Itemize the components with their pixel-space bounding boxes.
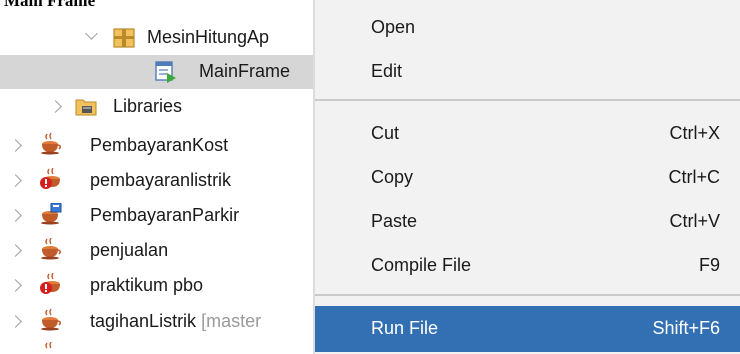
menu-item-run-file[interactable]: Run File Shift+F6 [315,306,740,352]
tree-item-label: pembayaranlistrik [90,170,232,190]
menu-item-paste[interactable]: Paste Ctrl+V [315,200,740,244]
menu-item-cut[interactable]: Cut Ctrl+X [315,112,740,156]
top-partial-label: Main Frame [4,0,96,10]
chevron-right-icon[interactable] [9,139,22,152]
menu-item-label: Edit [371,61,403,81]
git-branch-label: [master [201,311,262,331]
menu-item-shortcut: F9 [698,255,720,275]
menu-item-open[interactable]: Open [315,6,740,50]
tree-item-project[interactable]: PembayaranKost [0,129,313,163]
tree-item-label: praktikum pbo [90,275,204,295]
chevron-down-icon[interactable] [85,27,98,40]
menu-item-label: Paste [371,211,418,231]
tree-item-label: PembayaranParkir [90,205,240,225]
menu-item-edit[interactable]: Edit [315,50,740,94]
chevron-right-icon[interactable] [9,244,22,257]
project-tree: Main Frame MesinHitungAp MainFrame Libra… [0,0,313,354]
chevron-right-icon[interactable] [9,209,22,222]
tree-item-project[interactable]: tagihanListrik [master [0,305,313,339]
menu-item-label: Cut [371,123,400,143]
chevron-right-icon[interactable] [9,315,22,328]
menu-item-compile-file[interactable]: Compile File F9 [315,244,740,288]
tree-item-package[interactable]: MesinHitungAp [0,21,313,55]
menu-item-copy[interactable]: Copy Ctrl+C [315,156,740,200]
menu-item-shortcut: Shift+F6 [652,318,720,338]
tree-item-label: Libraries [113,96,183,116]
menu-item-label: Compile File [371,255,472,275]
context-menu: Open Edit Cut Ctrl+X Copy Ctrl+C Paste C… [315,0,740,354]
menu-separator [315,294,740,296]
java-project-icon [41,309,62,331]
menu-separator [315,99,740,101]
tree-item-mainframe[interactable]: MainFrame [0,55,313,89]
tree-item-label: MainFrame [199,61,291,81]
java-project-error-icon [40,273,60,294]
menu-item-shortcut: Ctrl+V [669,211,720,231]
libraries-folder-icon [75,99,97,116]
tree-item-libraries[interactable]: Libraries [0,90,313,124]
menu-item-shortcut: Ctrl+X [669,123,720,143]
java-project-icon [45,342,52,349]
package-icon [113,28,135,48]
tree-item-label: tagihanListrik [master [90,311,261,332]
tree-item-project[interactable]: pembayaranlistrik [0,164,313,198]
project-name: tagihanListrik [90,311,197,331]
tree-item-label: penjualan [90,240,169,260]
tree-item-label: PembayaranKost [90,135,229,155]
menu-item-label: Open [371,17,416,37]
java-project-icon [41,238,62,260]
chevron-right-icon[interactable] [49,100,62,113]
tree-item-label: MesinHitungAp [147,27,270,47]
chevron-right-icon[interactable] [9,279,22,292]
menu-item-shortcut: Ctrl+C [668,167,720,187]
java-project-error-icon [40,168,60,189]
tree-item-project[interactable]: praktikum pbo [0,269,313,303]
tree-item-project[interactable]: PembayaranParkir [0,199,313,233]
java-form-icon [155,61,176,83]
java-project-icon [41,133,62,155]
java-project-vcs-icon [41,203,62,225]
tree-item-project[interactable]: penjualan [0,234,313,268]
menu-item-label: Run File [371,318,439,338]
chevron-right-icon[interactable] [9,174,22,187]
menu-item-label: Copy [371,167,414,187]
